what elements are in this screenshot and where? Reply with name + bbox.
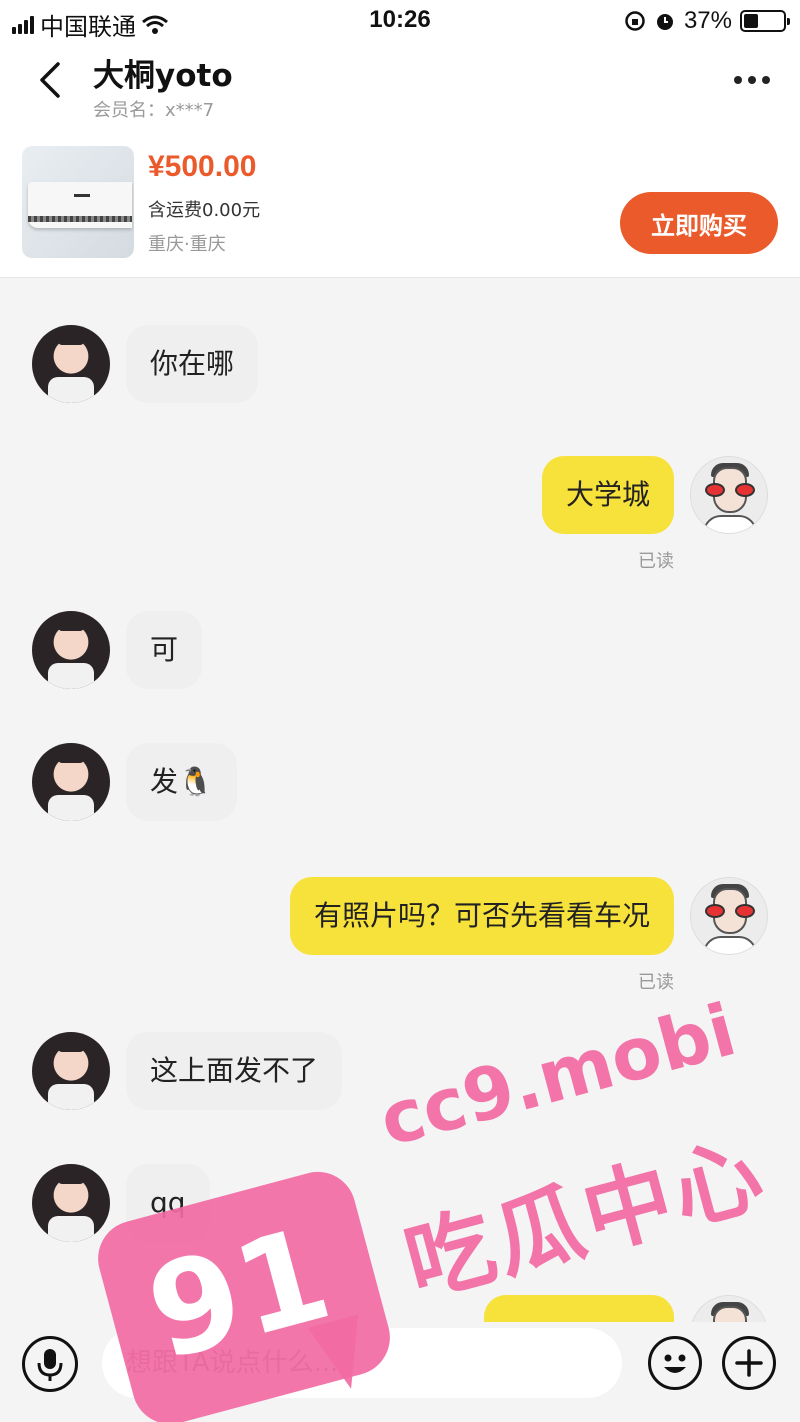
battery-percent: 37% [683, 7, 732, 34]
message-bubble-outgoing[interactable]: 有照片吗？可否先看看车况 [289, 877, 674, 955]
emoji-icon[interactable] [648, 1336, 702, 1390]
contact-avatar[interactable] [32, 1164, 110, 1242]
status-bar: 中国联通 10:26 37% [0, 0, 800, 41]
composer [0, 1322, 800, 1422]
product-location: 重庆·重庆 [148, 234, 226, 255]
contact-avatar[interactable] [32, 611, 110, 689]
contact-avatar[interactable] [32, 743, 110, 821]
product-price: ¥500.00 [148, 150, 257, 183]
rotation-lock-icon [625, 11, 645, 31]
message-bubble-incoming[interactable]: 发🐧 [126, 743, 237, 821]
chat-header: 大桐yoto 会员名：x***7 [0, 40, 800, 132]
plus-icon[interactable] [722, 1336, 776, 1390]
air-conditioner-image [28, 182, 132, 228]
battery-icon [740, 10, 790, 32]
contact-name: 大桐yoto [93, 58, 233, 94]
user-avatar[interactable] [690, 877, 768, 955]
message-bubble-incoming[interactable]: 可 [126, 611, 203, 689]
microphone-icon[interactable] [22, 1336, 78, 1392]
message-bubble-incoming[interactable]: qq [126, 1164, 210, 1242]
message-bubble-incoming[interactable]: 这上面发不了 [126, 1032, 343, 1110]
user-avatar[interactable] [690, 456, 768, 534]
message-list[interactable]: 你在哪 大学城 已读 可 发🐧 有照片吗？可否先看看车况 已读 这上面发不了 q… [0, 279, 800, 1322]
product-shipping: 含运费0.00元 [148, 200, 261, 221]
member-id: 会员名：x***7 [93, 100, 215, 121]
message-input[interactable] [102, 1328, 622, 1398]
contact-avatar[interactable] [32, 1032, 110, 1110]
product-card[interactable]: ¥500.00 含运费0.00元 重庆·重庆 立即购买 [0, 132, 800, 278]
status-right: 37% [624, 7, 790, 35]
buy-now-button[interactable]: 立即购买 [620, 192, 778, 254]
back-icon[interactable] [36, 60, 66, 100]
message-bubble-incoming[interactable]: 你在哪 [126, 325, 259, 403]
product-thumbnail[interactable] [22, 146, 134, 258]
more-icon[interactable] [734, 76, 770, 84]
alarm-icon [656, 14, 673, 30]
read-receipt: 已读 [638, 972, 674, 993]
contact-avatar[interactable] [32, 325, 110, 403]
user-avatar[interactable] [690, 1295, 768, 1322]
message-bubble-outgoing-partial[interactable] [484, 1295, 674, 1322]
message-bubble-outgoing[interactable]: 大学城 [541, 456, 674, 534]
read-receipt: 已读 [638, 551, 674, 572]
